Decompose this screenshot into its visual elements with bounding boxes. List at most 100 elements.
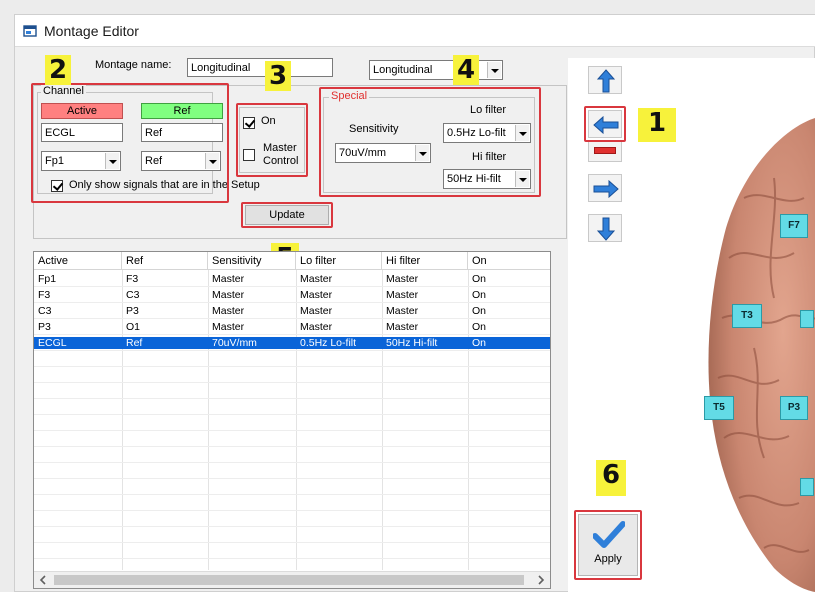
cell-sensitivity: Master: [212, 289, 245, 301]
cell-ref: C3: [126, 289, 140, 301]
grid-line: [34, 350, 550, 351]
grid-line: [34, 510, 550, 511]
cell-hi-filter: Master: [386, 289, 419, 301]
scroll-thumb[interactable]: [54, 575, 524, 585]
grid-line: [34, 334, 550, 335]
grid-line: [34, 414, 550, 415]
highlight-box-6: [574, 510, 642, 580]
grid-line: [34, 478, 550, 479]
cell-on: On: [472, 337, 487, 349]
montage-type-value: Longitudinal: [373, 64, 433, 76]
table-row[interactable]: P3 O1 Master Master Master On: [34, 321, 550, 333]
arrow-up-icon: [597, 69, 615, 93]
highlight-box-4: [319, 87, 541, 197]
cell-lo-filter: Master: [300, 273, 333, 285]
window-title: Montage Editor: [44, 23, 139, 39]
scroll-right-icon[interactable]: [536, 575, 546, 585]
cell-ref: Ref: [126, 337, 143, 349]
callout-2: 2: [45, 55, 71, 85]
arrow-right-icon: [593, 180, 619, 198]
cell-sensitivity: Master: [212, 273, 245, 285]
electrode-f7[interactable]: F7: [780, 214, 808, 238]
horizontal-scrollbar[interactable]: [34, 571, 550, 588]
callout-6: 6: [596, 460, 626, 496]
grid-line: [34, 558, 550, 559]
cell-active: P3: [38, 321, 51, 333]
montage-editor-icon: [23, 25, 37, 37]
cell-lo-filter: Master: [300, 321, 333, 333]
electrode-panel: F7 T3 T5 P3 Apply 1 6: [568, 58, 815, 592]
callout-3: 3: [265, 61, 291, 91]
cell-sensitivity: Master: [212, 321, 245, 333]
table-row[interactable]: F3 C3 Master Master Master On: [34, 289, 550, 301]
column-on[interactable]: On: [468, 252, 550, 270]
electrode-p3[interactable]: P3: [780, 396, 808, 420]
scroll-left-icon[interactable]: [38, 575, 48, 585]
cell-active: ECGL: [38, 337, 67, 349]
arrow-down-icon: [597, 217, 615, 241]
title-bar: Montage Editor: [15, 15, 815, 47]
table-row[interactable]: C3 P3 Master Master Master On: [34, 305, 550, 317]
cell-hi-filter: Master: [386, 321, 419, 333]
montage-type-dropdown[interactable]: Longitudinal: [369, 60, 503, 80]
chevron-down-icon[interactable]: [487, 62, 501, 78]
grid-line: [34, 398, 550, 399]
montage-table[interactable]: Active Ref Sensitivity Lo filter Hi filt…: [33, 251, 551, 589]
move-down-button[interactable]: [588, 214, 622, 242]
brain-illustration: [708, 118, 815, 592]
remove-button[interactable]: [588, 140, 622, 162]
grid-line: [34, 302, 550, 303]
cell-hi-filter: 50Hz Hi-filt: [386, 337, 438, 349]
move-right-button[interactable]: [588, 174, 622, 202]
grid-line: [34, 382, 550, 383]
table-row-selected[interactable]: ECGL Ref 70uV/mm 0.5Hz Lo-filt 50Hz Hi-f…: [34, 337, 550, 349]
cell-on: On: [472, 273, 487, 285]
electrode-partial[interactable]: [800, 478, 814, 496]
cell-lo-filter: Master: [300, 305, 333, 317]
move-up-button[interactable]: [588, 66, 622, 94]
grid-line: [34, 526, 550, 527]
cell-lo-filter: Master: [300, 289, 333, 301]
cell-ref: P3: [126, 305, 139, 317]
callout-1: 1: [638, 108, 676, 142]
electrode-t5[interactable]: T5: [704, 396, 734, 420]
column-active[interactable]: Active: [34, 252, 122, 270]
cell-ref: O1: [126, 321, 141, 333]
grid-line: [34, 286, 550, 287]
highlight-box-3: [236, 103, 308, 177]
column-ref[interactable]: Ref: [122, 252, 208, 270]
cell-active: C3: [38, 305, 52, 317]
grid-line: [34, 494, 550, 495]
table-header: Active Ref Sensitivity Lo filter Hi filt…: [34, 252, 550, 270]
callout-4: 4: [453, 55, 479, 85]
cell-ref: F3: [126, 273, 139, 285]
highlight-box-2: [31, 83, 229, 203]
grid-line: [34, 366, 550, 367]
grid-line: [34, 462, 550, 463]
montage-name-label: Montage name:: [95, 59, 172, 71]
electrode-partial[interactable]: [800, 310, 814, 328]
electrode-t3[interactable]: T3: [732, 304, 762, 328]
grid-line: [34, 542, 550, 543]
grid-line: [34, 446, 550, 447]
cell-sensitivity: Master: [212, 305, 245, 317]
column-lo-filter[interactable]: Lo filter: [296, 252, 382, 270]
table-row[interactable]: Fp1 F3 Master Master Master On: [34, 273, 550, 285]
cell-on: On: [472, 289, 487, 301]
minus-icon: [594, 147, 616, 154]
cell-hi-filter: Master: [386, 273, 419, 285]
column-hi-filter[interactable]: Hi filter: [382, 252, 468, 270]
grid-line: [34, 318, 550, 319]
cell-hi-filter: Master: [386, 305, 419, 317]
cell-on: On: [472, 305, 487, 317]
column-sensitivity[interactable]: Sensitivity: [208, 252, 296, 270]
cell-active: F3: [38, 289, 51, 301]
grid-line: [34, 430, 550, 431]
cell-active: Fp1: [38, 273, 57, 285]
cell-lo-filter: 0.5Hz Lo-filt: [300, 337, 357, 349]
cell-sensitivity: 70uV/mm: [212, 337, 257, 349]
montage-name-input[interactable]: Longitudinal: [187, 58, 333, 77]
highlight-box-5: [241, 202, 333, 228]
highlight-box-1: [584, 106, 626, 142]
cell-on: On: [472, 321, 487, 333]
